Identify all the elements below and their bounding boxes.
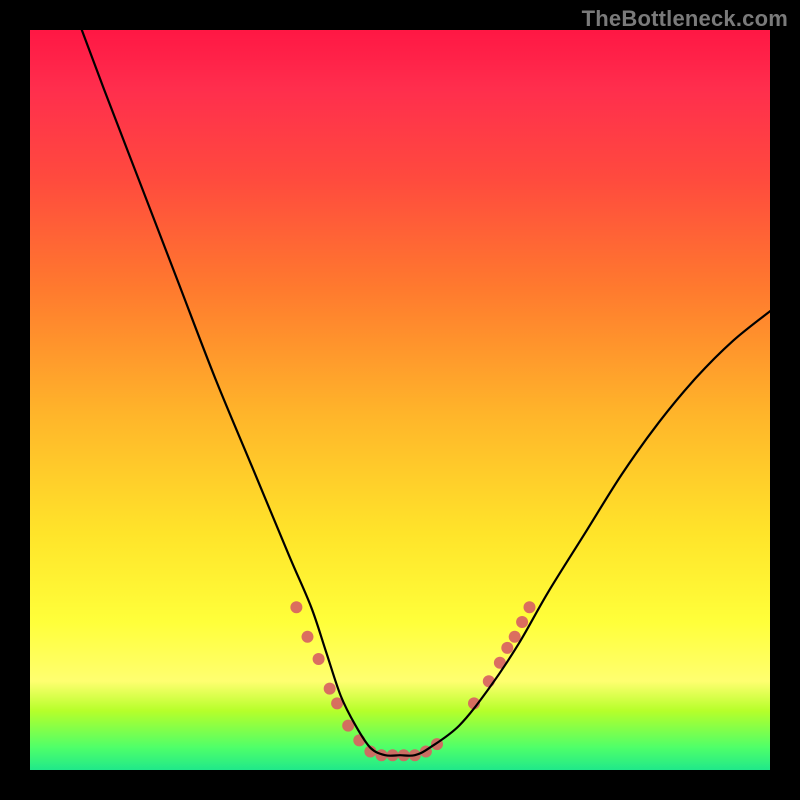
curve-marker xyxy=(509,631,521,643)
bottleneck-curve xyxy=(82,30,770,756)
curve-marker xyxy=(313,653,325,665)
watermark-text: TheBottleneck.com xyxy=(582,6,788,32)
curve-markers xyxy=(290,601,535,761)
curve-marker xyxy=(302,631,314,643)
curve-marker xyxy=(324,683,336,695)
curve-marker xyxy=(290,601,302,613)
chart-frame: TheBottleneck.com xyxy=(0,0,800,800)
curve-marker xyxy=(501,642,513,654)
curve-marker xyxy=(524,601,536,613)
curve-layer xyxy=(30,30,770,770)
curve-marker xyxy=(516,616,528,628)
plot-area xyxy=(30,30,770,770)
